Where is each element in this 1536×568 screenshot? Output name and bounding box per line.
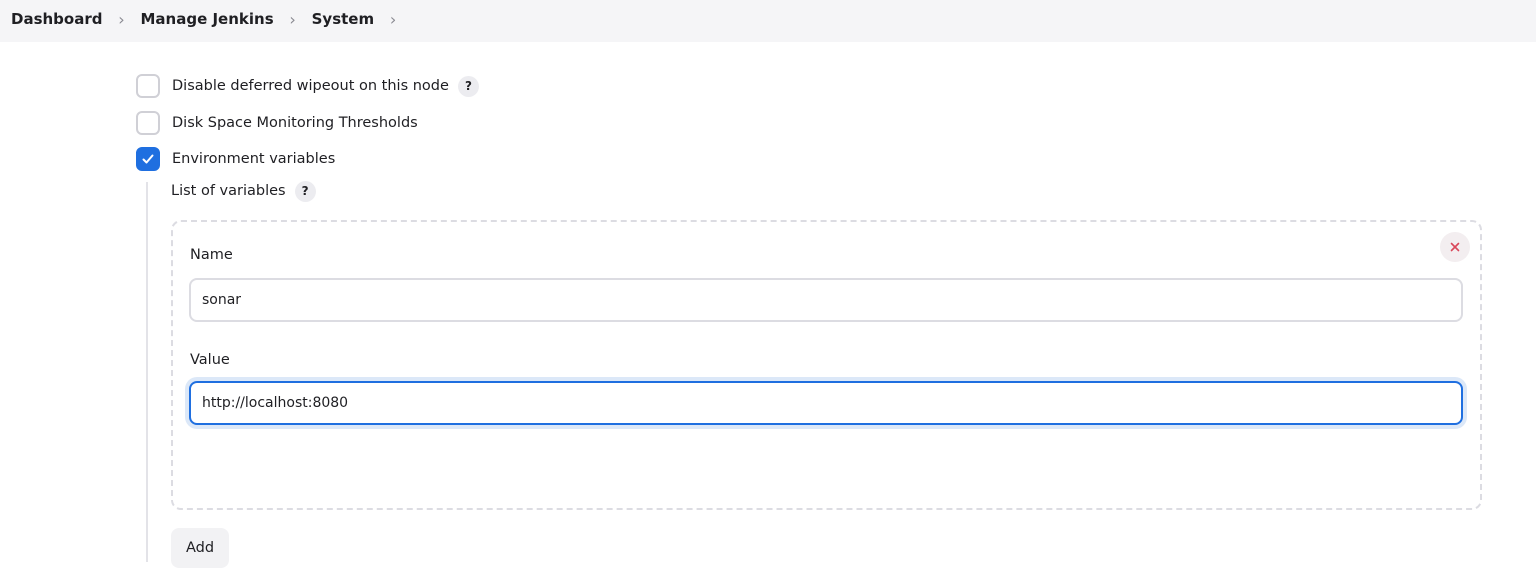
question-mark-icon[interactable]: ?	[294, 180, 316, 202]
nested-section-line	[146, 182, 148, 562]
value-input[interactable]	[189, 381, 1463, 425]
top-bar: Dashboard › Manage Jenkins › System ›	[0, 0, 1536, 42]
close-icon	[1450, 242, 1460, 252]
environment-variables-checkbox[interactable]	[136, 147, 160, 171]
question-mark-icon[interactable]: ?	[457, 75, 479, 97]
variable-entry	[171, 220, 1482, 510]
chevron-right-icon[interactable]: ›	[374, 10, 412, 29]
name-field-label: Name	[190, 247, 233, 263]
option-environment-variables: Environment variables	[136, 147, 335, 171]
breadcrumb: Dashboard › Manage Jenkins › System ›	[11, 0, 412, 38]
chevron-right-icon: ›	[289, 9, 296, 29]
list-of-variables-label: List of variables	[171, 183, 286, 199]
disk-space-label[interactable]: Disk Space Monitoring Thresholds	[172, 115, 418, 131]
checkmark-icon	[142, 154, 154, 164]
breadcrumb-manage-jenkins[interactable]: Manage Jenkins	[140, 10, 273, 28]
delete-variable-button[interactable]	[1440, 232, 1470, 262]
deferred-wipeout-checkbox[interactable]	[136, 74, 160, 98]
breadcrumb-dashboard[interactable]: Dashboard	[11, 10, 102, 28]
option-deferred-wipeout: Disable deferred wipeout on this node ?	[136, 74, 479, 98]
add-variable-button[interactable]: Add	[171, 528, 229, 568]
option-disk-space: Disk Space Monitoring Thresholds	[136, 111, 418, 135]
breadcrumb-system[interactable]: System	[312, 10, 374, 28]
disk-space-checkbox[interactable]	[136, 111, 160, 135]
name-input[interactable]	[189, 278, 1463, 322]
chevron-right-icon: ›	[118, 9, 125, 29]
deferred-wipeout-label[interactable]: Disable deferred wipeout on this node	[172, 78, 449, 94]
environment-variables-label[interactable]: Environment variables	[172, 151, 335, 167]
list-of-variables-heading: List of variables ?	[171, 179, 316, 203]
value-field-label: Value	[190, 352, 230, 368]
